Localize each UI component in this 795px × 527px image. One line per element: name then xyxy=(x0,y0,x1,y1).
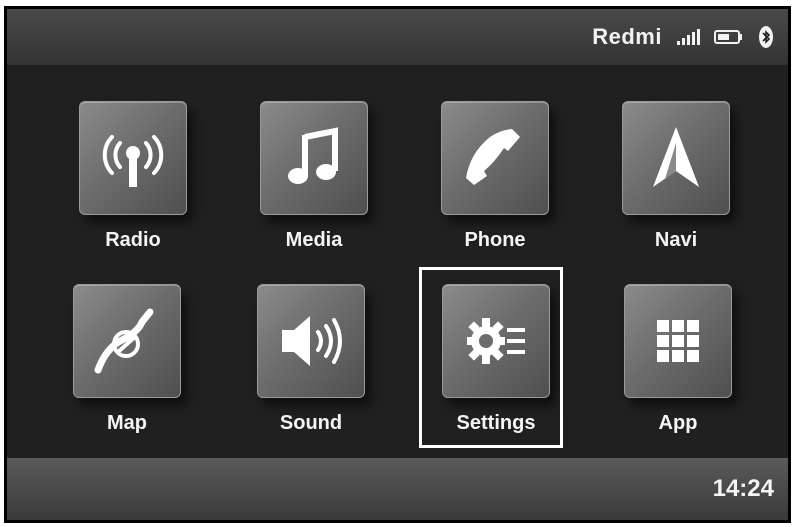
infotainment-screen: Redmi Radio Media Phone Navi Map Sound S… xyxy=(4,6,791,523)
speaker-icon xyxy=(257,284,365,398)
phone-handset-icon xyxy=(441,101,549,215)
navigation-arrow-icon xyxy=(622,101,730,215)
tile-media[interactable]: Media xyxy=(254,101,374,261)
tile-navi[interactable]: Navi xyxy=(616,101,736,261)
tile-app[interactable]: App xyxy=(618,284,738,444)
battery-icon xyxy=(714,29,744,45)
selection-highlight xyxy=(419,267,563,448)
tile-label: Media xyxy=(285,229,343,251)
tile-radio[interactable]: Radio xyxy=(73,101,193,261)
tile-phone[interactable]: Phone xyxy=(435,101,555,261)
connected-device-name: Redmi xyxy=(592,24,662,49)
tile-label: Sound xyxy=(279,412,343,434)
tile-label: Map xyxy=(107,412,147,434)
bluetooth-icon xyxy=(758,25,774,49)
tile-label: Phone xyxy=(464,229,526,251)
app-grid-icon xyxy=(624,284,732,398)
tile-label: Radio xyxy=(105,229,161,251)
map-route-icon xyxy=(73,284,181,398)
tile-label: App xyxy=(658,412,698,434)
music-note-icon xyxy=(260,101,368,215)
status-bar: Redmi xyxy=(7,9,788,65)
clock: 14:24 xyxy=(712,475,774,502)
bottom-bar: 14:24 xyxy=(7,458,788,520)
tile-sound[interactable]: Sound xyxy=(251,284,371,444)
tile-label: Navi xyxy=(654,229,698,251)
radio-antenna-icon xyxy=(79,101,187,215)
signal-icon xyxy=(676,28,700,46)
tile-map[interactable]: Map xyxy=(67,284,187,444)
